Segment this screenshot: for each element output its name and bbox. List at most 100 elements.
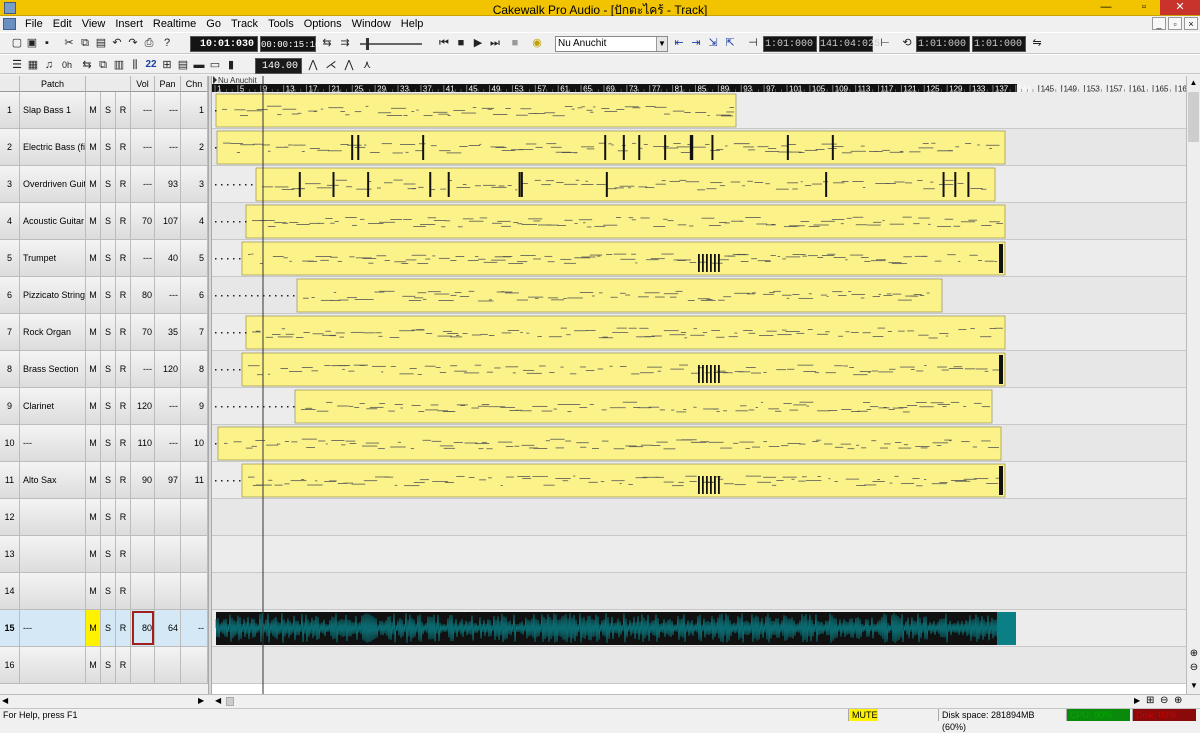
track-number[interactable]: 3 <box>0 166 20 202</box>
clip-lead-dot[interactable] <box>251 406 253 408</box>
punch-from-display[interactable]: 1:01:000 <box>916 36 970 52</box>
step-icon[interactable]: ⇆ <box>320 36 334 50</box>
record-icon[interactable]: ■ <box>508 36 522 50</box>
marker-next-icon[interactable]: ⇥ <box>689 36 703 50</box>
clip-lead-dot[interactable] <box>239 332 241 334</box>
marker-select[interactable]: Nu Anuchit ▼ <box>555 36 668 52</box>
scroll-down-icon[interactable]: ▼ <box>1187 681 1200 690</box>
track-row[interactable]: 7 Rock Organ M S R 70 35 7 <box>0 314 208 351</box>
track-volume[interactable] <box>131 647 155 683</box>
clip-lane[interactable] <box>212 647 1186 684</box>
clip-lead-dot[interactable] <box>233 258 235 260</box>
track-patch[interactable]: Electric Bass (fing <box>20 129 86 165</box>
track-record-button[interactable]: R <box>116 92 131 128</box>
label-22[interactable]: 22 <box>144 58 158 72</box>
track-patch[interactable] <box>20 536 86 572</box>
tempo-display[interactable]: 140.00 <box>255 58 302 74</box>
menu-help[interactable]: Help <box>396 17 429 31</box>
clip-lead-dot[interactable] <box>245 295 247 297</box>
track-record-button[interactable]: R <box>116 129 131 165</box>
position-slider-thumb[interactable] <box>366 38 369 50</box>
clip-midi[interactable] <box>255 167 996 202</box>
track-volume[interactable]: 80 <box>131 277 155 313</box>
marker-add-icon[interactable]: ⇲ <box>706 36 720 50</box>
clip-note-strike[interactable] <box>831 135 834 160</box>
track-channel[interactable]: 7 <box>181 314 208 350</box>
track-number[interactable]: 16 <box>0 647 20 683</box>
metronome-icon[interactable]: ◉ <box>530 36 544 50</box>
track-pan[interactable]: --- <box>155 277 181 313</box>
track-number[interactable]: 15 <box>0 610 20 646</box>
menu-file[interactable]: File <box>20 17 48 31</box>
clip-lead-dot[interactable] <box>245 406 247 408</box>
menu-window[interactable]: Window <box>347 17 396 31</box>
copy-icon[interactable]: ⧉ <box>78 36 92 50</box>
loop-from-display[interactable]: 1:01:000 <box>763 36 817 52</box>
track-number[interactable]: 1 <box>0 92 20 128</box>
clip-lead-dot[interactable] <box>221 406 223 408</box>
clip-scroll-thumb[interactable] <box>226 697 234 706</box>
punch-icon[interactable]: ⟲ <box>900 36 914 50</box>
clip-note-strike[interactable] <box>638 135 641 160</box>
meter-view-icon[interactable]: ▭ <box>208 58 222 72</box>
track-number[interactable]: 10 <box>0 425 20 461</box>
clip-note-strike[interactable] <box>622 135 625 160</box>
track-mute-button[interactable]: M <box>86 203 101 239</box>
redo-icon[interactable]: ↷ <box>126 36 140 50</box>
track-solo-button[interactable]: S <box>101 610 116 646</box>
loop-end-icon[interactable]: ⊢ <box>878 36 892 50</box>
clip-note-strike[interactable] <box>999 466 1003 495</box>
save-icon[interactable]: ▪ <box>40 36 54 50</box>
clip-lane[interactable] <box>212 573 1186 610</box>
clip-lead-dot[interactable] <box>221 332 223 334</box>
clip-lead-dot[interactable] <box>227 369 229 371</box>
clip-lead-dot[interactable] <box>221 369 223 371</box>
clip-note-strike[interactable] <box>702 476 704 494</box>
clip-lead-dot[interactable] <box>215 221 217 223</box>
clip-lead-dot[interactable] <box>221 295 223 297</box>
track-mute-button[interactable]: M <box>86 129 101 165</box>
track-channel[interactable]: 2 <box>181 129 208 165</box>
track-solo-button[interactable]: S <box>101 647 116 683</box>
clip-note-strike[interactable] <box>698 365 700 383</box>
clip-lead-dot[interactable] <box>287 295 289 297</box>
clip-lead-dot[interactable] <box>215 443 217 445</box>
track-volume[interactable]: 120 <box>131 388 155 424</box>
clip-note-strike[interactable] <box>518 172 521 197</box>
clip-lead-dot[interactable] <box>293 295 295 297</box>
clip-lead-dot[interactable] <box>233 480 235 482</box>
clip-midi[interactable] <box>216 130 1006 165</box>
sysx-view-icon[interactable]: ▮ <box>224 58 238 72</box>
track-volume[interactable]: --- <box>131 351 155 387</box>
zoom-out-icon[interactable]: ⊖ <box>1188 662 1200 674</box>
marker-prev-icon[interactable]: ⇤ <box>672 36 686 50</box>
clip-note-strike[interactable] <box>447 172 450 197</box>
track-pan[interactable] <box>155 499 181 535</box>
clip-lead-dot[interactable] <box>239 221 241 223</box>
clip-lead-dot[interactable] <box>215 184 217 186</box>
clip-lead-dot[interactable] <box>215 110 217 112</box>
track-pan[interactable] <box>155 573 181 609</box>
track-mute-button[interactable]: M <box>86 536 101 572</box>
doc-close-button[interactable]: × <box>1184 17 1198 30</box>
track-record-button[interactable]: R <box>116 425 131 461</box>
clip-lead-dot[interactable] <box>227 295 229 297</box>
tempo-curve-icon[interactable]: ⋀ <box>306 58 320 72</box>
track-patch[interactable]: Alto Sax <box>20 462 86 498</box>
track-channel[interactable] <box>181 573 208 609</box>
track-solo-button[interactable]: S <box>101 425 116 461</box>
zoom-in-icon[interactable]: ⊕ <box>1188 648 1200 660</box>
track-mute-button[interactable]: M <box>86 647 101 683</box>
track-row[interactable]: 1 Slap Bass 1 M S R --- --- 1 <box>0 92 208 129</box>
doc-minimize-button[interactable]: _ <box>1152 17 1166 30</box>
console-icon[interactable]: ⧉ <box>96 58 110 72</box>
clip-note-strike[interactable] <box>367 172 370 197</box>
clip-note-strike[interactable] <box>351 135 354 160</box>
track-number[interactable]: 14 <box>0 573 20 609</box>
track-volume[interactable]: 70 <box>131 203 155 239</box>
track-patch[interactable]: Overdriven Guitar <box>20 166 86 202</box>
clip-lead-dot[interactable] <box>233 369 235 371</box>
track-mute-button[interactable]: M <box>86 240 101 276</box>
track-row[interactable]: 4Acoustic Guitar (sMSR701074 <box>0 203 208 240</box>
track-volume[interactable]: 90 <box>131 462 155 498</box>
